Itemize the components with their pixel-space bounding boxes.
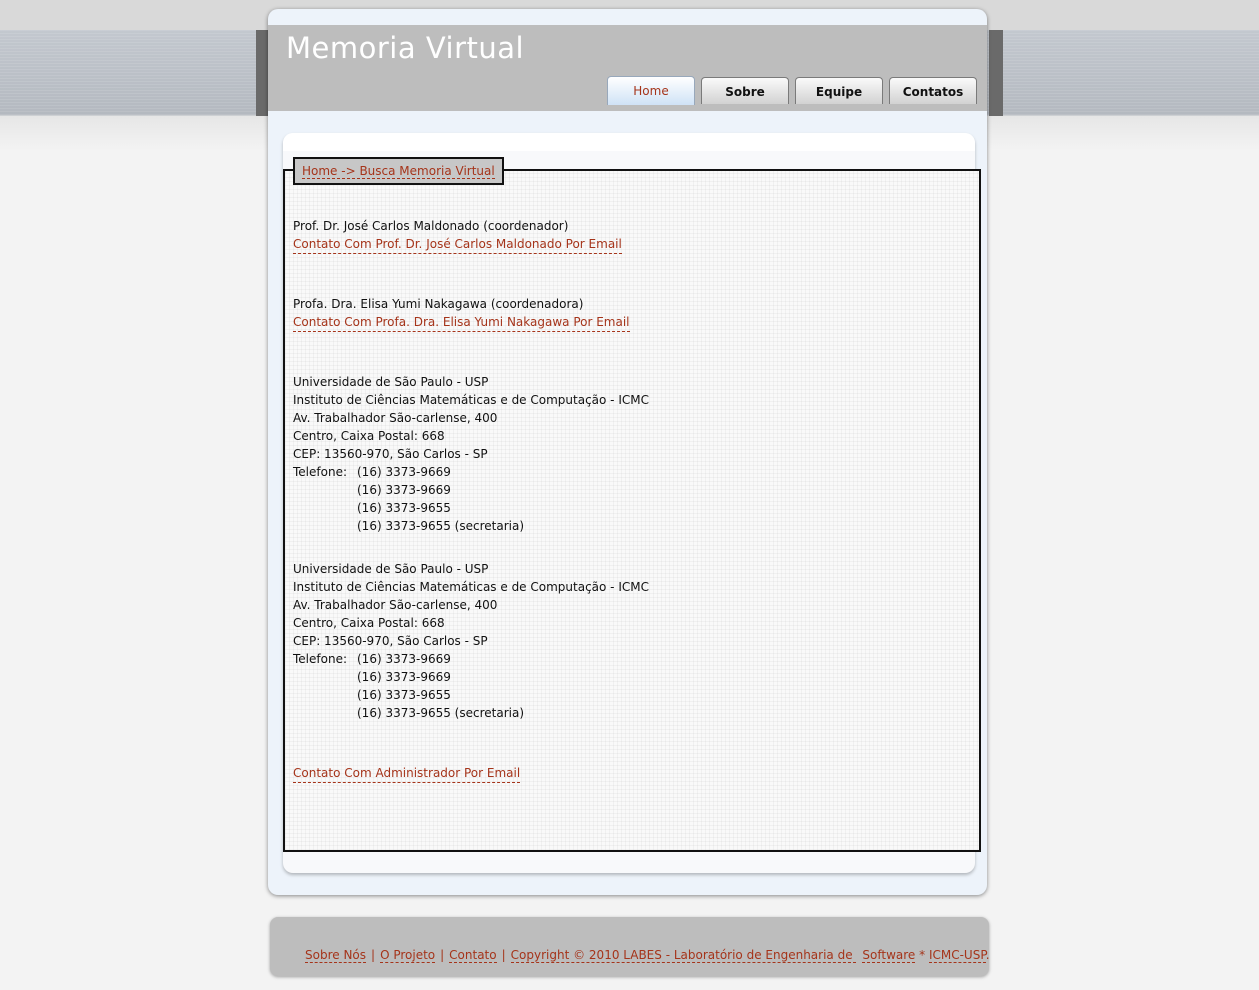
phone-row: (16) 3373-9655 (secretaria): [293, 517, 649, 535]
footer-period: .: [985, 948, 990, 962]
email-link-admin[interactable]: Contato Com Administrador Por Email: [293, 765, 521, 783]
phone-row: (16) 3373-9669: [293, 668, 649, 686]
address-postal: Centro, Caixa Postal: 668: [293, 616, 445, 630]
footer-links: Sobre Nós | O Projeto | Contato | Copyright © …: [305, 948, 990, 963]
site-header: Memoria Virtual Home Sobre Equipe Contat…: [268, 25, 987, 111]
phone-number: (16) 3373-9669: [357, 483, 451, 497]
address-postal: Centro, Caixa Postal: 668: [293, 429, 445, 443]
footer-link-icmc[interactable]: ICMC-USP: [928, 948, 986, 963]
address-block-1: Universidade de São Paulo - USP Institut…: [293, 373, 649, 535]
phone-number: (16) 3373-9669: [357, 465, 451, 479]
phone-row: Telefone: (16) 3373-9669: [293, 650, 649, 668]
site-footer: Sobre Nós | O Projeto | Contato | Copyright © …: [270, 917, 990, 976]
content-frame: Home -> Busca Memoria Virtual Prof. Dr. …: [283, 133, 981, 873]
breadcrumb[interactable]: Home -> Busca Memoria Virtual: [293, 157, 504, 185]
email-link-maldonado[interactable]: Contato Com Prof. Dr. José Carlos Maldon…: [293, 236, 622, 254]
tab-contatos[interactable]: Contatos: [889, 77, 977, 104]
header-right-accent: [989, 30, 1003, 116]
phone-label: Telefone:: [293, 652, 347, 666]
address-institute: Instituto de Ciências Matemáticas e de C…: [293, 393, 649, 407]
tab-equipe[interactable]: Equipe: [795, 77, 883, 104]
content-top-strip: [283, 133, 975, 151]
footer-link-about[interactable]: Sobre Nós: [305, 948, 367, 963]
contact-name: Prof. Dr. José Carlos Maldonado (coorden…: [293, 219, 569, 233]
phone-number: (16) 3373-9655 (secretaria): [357, 519, 524, 533]
footer-link-software[interactable]: Software: [862, 948, 916, 963]
address-block-2: Universidade de São Paulo - USP Institut…: [293, 560, 649, 722]
admin-contact-block: Contato Com Administrador Por Email: [293, 764, 521, 783]
contact-name: Profa. Dra. Elisa Yumi Nakagawa (coorden…: [293, 297, 584, 311]
footer-link-project[interactable]: O Projeto: [380, 948, 436, 963]
address-cep: CEP: 13560-970, São Carlos - SP: [293, 634, 488, 648]
address-institute: Instituto de Ciências Matemáticas e de C…: [293, 580, 649, 594]
page-container: Memoria Virtual Home Sobre Equipe Contat…: [268, 9, 987, 895]
phone-row: (16) 3373-9655 (secretaria): [293, 704, 649, 722]
address-street: Av. Trabalhador São-carlense, 400: [293, 598, 498, 612]
phone-number: (16) 3373-9655: [357, 688, 451, 702]
phone-row: Telefone: (16) 3373-9669: [293, 463, 649, 481]
phone-number: (16) 3373-9669: [357, 652, 451, 666]
contact-block-nakagawa: Profa. Dra. Elisa Yumi Nakagawa (coorden…: [293, 295, 630, 332]
phone-number: (16) 3373-9655 (secretaria): [357, 706, 524, 720]
email-link-nakagawa[interactable]: Contato Com Profa. Dra. Elisa Yumi Nakag…: [293, 314, 630, 332]
phone-row: (16) 3373-9669: [293, 481, 649, 499]
address-street: Av. Trabalhador São-carlense, 400: [293, 411, 498, 425]
site-title: Memoria Virtual: [286, 31, 525, 65]
address-university: Universidade de São Paulo - USP: [293, 375, 489, 389]
address-university: Universidade de São Paulo - USP: [293, 562, 489, 576]
contact-block-maldonado: Prof. Dr. José Carlos Maldonado (coorden…: [293, 217, 622, 254]
breadcrumb-link[interactable]: Home -> Busca Memoria Virtual: [302, 164, 495, 179]
phone-number: (16) 3373-9655: [357, 501, 451, 515]
phone-row: (16) 3373-9655: [293, 499, 649, 517]
footer-link-contact[interactable]: Contato: [449, 948, 497, 963]
footer-copyright: Copyright © 2010 LABES - Laboratório de …: [510, 948, 857, 963]
content-box: Home -> Busca Memoria Virtual Prof. Dr. …: [283, 157, 981, 852]
phone-number: (16) 3373-9669: [357, 670, 451, 684]
tab-sobre[interactable]: Sobre: [701, 77, 789, 104]
phone-label: Telefone:: [293, 465, 347, 479]
tab-home[interactable]: Home: [607, 76, 695, 105]
address-cep: CEP: 13560-970, São Carlos - SP: [293, 447, 488, 461]
footer-star: *: [915, 948, 929, 962]
phone-row: (16) 3373-9655: [293, 686, 649, 704]
